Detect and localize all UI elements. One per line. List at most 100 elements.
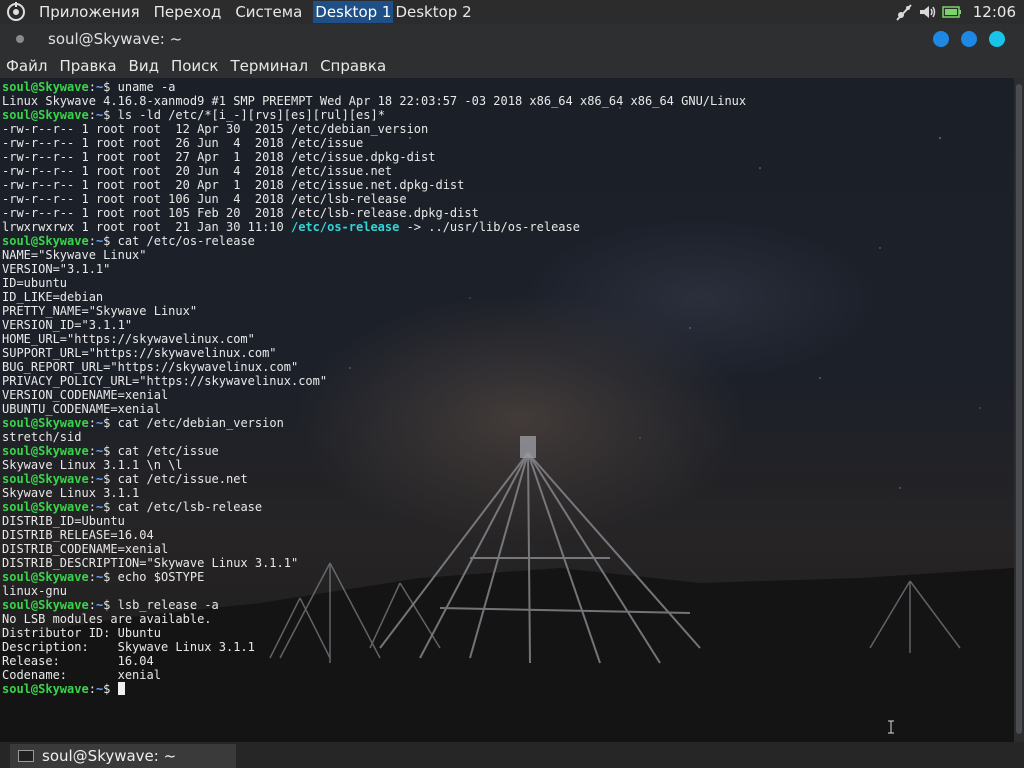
terminal-icon xyxy=(18,750,34,762)
command-text: uname -a xyxy=(117,80,176,94)
terminal-output-line: -rw-r--r-- 1 root root 105 Feb 20 2018 /… xyxy=(2,206,479,220)
menu-view[interactable]: Вид xyxy=(123,54,165,78)
terminal-view[interactable]: soul@Skywave:~$ uname -a Linux Skywave 4.… xyxy=(0,78,1014,742)
terminal-output-line: Distributor ID: Ubuntu xyxy=(2,626,161,640)
terminal-prompt-line: soul@Skywave:~$ echo $OSTYPE xyxy=(2,570,1010,584)
terminal-prompt-line: soul@Skywave:~$ cat /etc/issue xyxy=(2,444,1010,458)
terminal-prompt-line: soul@Skywave:~$ cat /etc/lsb-release xyxy=(2,500,1010,514)
command-text: cat /etc/lsb-release xyxy=(117,500,263,514)
text-cursor-icon xyxy=(888,720,894,734)
terminal-output-line: HOME_URL="https://skywavelinux.com" xyxy=(2,332,255,346)
terminal-output-line: VERSION_ID="3.1.1" xyxy=(2,318,133,332)
command-text: cat /etc/debian_version xyxy=(117,416,284,430)
bottom-taskbar: soul@Skywave: ~ xyxy=(0,742,1024,768)
terminal-output-line: ID=ubuntu xyxy=(2,276,68,290)
prompt-dollar: $ xyxy=(103,444,118,458)
terminal-output-line: Linux Skywave 4.16.8-xanmod9 #1 SMP PREE… xyxy=(2,94,747,108)
prompt-separator: : xyxy=(88,500,96,514)
terminal-output-line: Codename: xenial xyxy=(2,668,161,682)
battery-icon[interactable] xyxy=(941,1,963,23)
terminal-output-line: BUG_REPORT_URL="https://skywavelinux.com… xyxy=(2,360,299,374)
desktop-switch-1[interactable]: Desktop 1 xyxy=(313,1,394,23)
prompt-user: soul@Skywave xyxy=(2,80,89,94)
prompt-dollar: $ xyxy=(103,472,118,486)
prompt-dollar: $ xyxy=(103,416,118,430)
terminal-output-line: -rw-r--r-- 1 root root 106 Jun 4 2018 /e… xyxy=(2,192,407,206)
prompt-user: soul@Skywave xyxy=(2,108,89,122)
terminal-output-line: ID_LIKE=debian xyxy=(2,290,104,304)
taskbar-item-terminal[interactable]: soul@Skywave: ~ xyxy=(10,744,236,768)
terminal-output-line: Description: Skywave Linux 3.1.1 xyxy=(2,640,255,654)
system-tray: 12:06 xyxy=(891,0,1024,24)
menu-search[interactable]: Поиск xyxy=(165,54,225,78)
terminal-output-line: SUPPORT_URL="https://skywavelinux.com" xyxy=(2,346,277,360)
taskbar-item-label: soul@Skywave: ~ xyxy=(42,747,177,765)
terminal-output-line: Skywave Linux 3.1.1 xyxy=(2,486,140,500)
minimize-button[interactable] xyxy=(933,31,949,47)
symlink-name: /etc/os-release xyxy=(290,220,400,234)
terminal-output-line: No LSB modules are available. xyxy=(2,612,212,626)
prompt-user: soul@Skywave xyxy=(2,682,89,696)
terminal-output-line: -rw-r--r-- 1 root root 20 Apr 1 2018 /et… xyxy=(2,178,465,192)
menu-terminal[interactable]: Терминал xyxy=(224,54,314,78)
prompt-user: soul@Skywave xyxy=(2,598,89,612)
desktop-switch-2[interactable]: Desktop 2 xyxy=(393,1,473,23)
terminal-output-line: DISTRIB_RELEASE=16.04 xyxy=(2,528,154,542)
prompt-separator: : xyxy=(88,444,96,458)
terminal-output-line: PRETTY_NAME="Skywave Linux" xyxy=(2,304,198,318)
prompt-dollar: $ xyxy=(103,500,118,514)
command-text: lsb_release -a xyxy=(117,598,219,612)
prompt-user: soul@Skywave xyxy=(2,234,89,248)
prompt-user: soul@Skywave xyxy=(2,472,89,486)
prompt-separator: : xyxy=(88,570,96,584)
terminal-output-line: Skywave Linux 3.1.1 \n \l xyxy=(2,458,183,472)
terminal-output-line: Release: 16.04 xyxy=(2,654,154,668)
panel-menu-applications[interactable]: Приложения xyxy=(32,0,147,24)
terminal-output-line: UBUNTU_CODENAME=xenial xyxy=(2,402,161,416)
menu-help[interactable]: Справка xyxy=(314,54,392,78)
panel-menu-places[interactable]: Переход xyxy=(147,0,229,24)
terminal-prompt-line: soul@Skywave:~$ lsb_release -a xyxy=(2,598,1010,612)
network-icon[interactable] xyxy=(893,1,915,23)
terminal-prompt-line: soul@Skywave:~$ ls -ld /etc/*[i_-][rvs][… xyxy=(2,108,1010,122)
prompt-dollar: $ xyxy=(103,234,118,248)
window-titlebar[interactable]: soul@Skywave: ~ xyxy=(0,24,1024,54)
prompt-dollar: $ xyxy=(103,108,118,122)
prompt-separator: : xyxy=(88,108,96,122)
terminal-prompt-line: soul@Skywave:~$ cat /etc/os-release xyxy=(2,234,1010,248)
terminal-prompt-line: soul@Skywave:~$ uname -a xyxy=(2,80,1010,94)
window-controls xyxy=(921,31,1005,47)
prompt-user: soul@Skywave xyxy=(2,416,89,430)
window-menu-icon[interactable] xyxy=(16,35,24,43)
terminal-output-line: NAME="Skywave Linux" xyxy=(2,248,147,262)
panel-menu-system[interactable]: Система xyxy=(228,0,309,24)
prompt-separator: : xyxy=(88,472,96,486)
terminal-prompt-line: soul@Skywave:~$ cat /etc/debian_version xyxy=(2,416,1010,430)
terminal-output: soul@Skywave:~$ uname -a Linux Skywave 4.… xyxy=(2,80,1010,696)
command-text: cat /etc/os-release xyxy=(117,234,255,248)
terminal-output-line: -rw-r--r-- 1 root root 26 Jun 4 2018 /et… xyxy=(2,136,364,150)
terminal-output-line: -rw-r--r-- 1 root root 20 Jun 4 2018 /et… xyxy=(2,164,393,178)
terminal-output-line: DISTRIB_CODENAME=xenial xyxy=(2,542,169,556)
menu-edit[interactable]: Правка xyxy=(53,54,122,78)
terminal-menubar: Файл Правка Вид Поиск Терминал Справка xyxy=(0,54,1024,78)
terminal-output-line: VERSION_CODENAME=xenial xyxy=(2,388,169,402)
prompt-separator: : xyxy=(88,682,96,696)
volume-icon[interactable] xyxy=(917,1,939,23)
terminal-output-line: DISTRIB_ID=Ubuntu xyxy=(2,514,125,528)
scrollbar-thumb[interactable] xyxy=(1016,84,1022,734)
command-text: cat /etc/issue.net xyxy=(117,472,248,486)
prompt-user: soul@Skywave xyxy=(2,500,89,514)
close-button[interactable] xyxy=(989,31,1005,47)
maximize-button[interactable] xyxy=(961,31,977,47)
terminal-scrollbar[interactable] xyxy=(1014,78,1024,742)
distro-logo-icon[interactable] xyxy=(5,1,27,23)
terminal-cursor xyxy=(117,682,125,695)
terminal-output-line: -rw-r--r-- 1 root root 27 Apr 1 2018 /et… xyxy=(2,150,436,164)
panel-clock[interactable]: 12:06 xyxy=(973,3,1016,21)
prompt-separator: : xyxy=(88,80,96,94)
prompt-separator: : xyxy=(88,416,96,430)
terminal-output-line: VERSION="3.1.1" xyxy=(2,262,111,276)
menu-file[interactable]: Файл xyxy=(0,54,53,78)
terminal-output-line: lrwxrwxrwx 1 root root 21 Jan 30 11:10 /… xyxy=(2,220,1010,234)
